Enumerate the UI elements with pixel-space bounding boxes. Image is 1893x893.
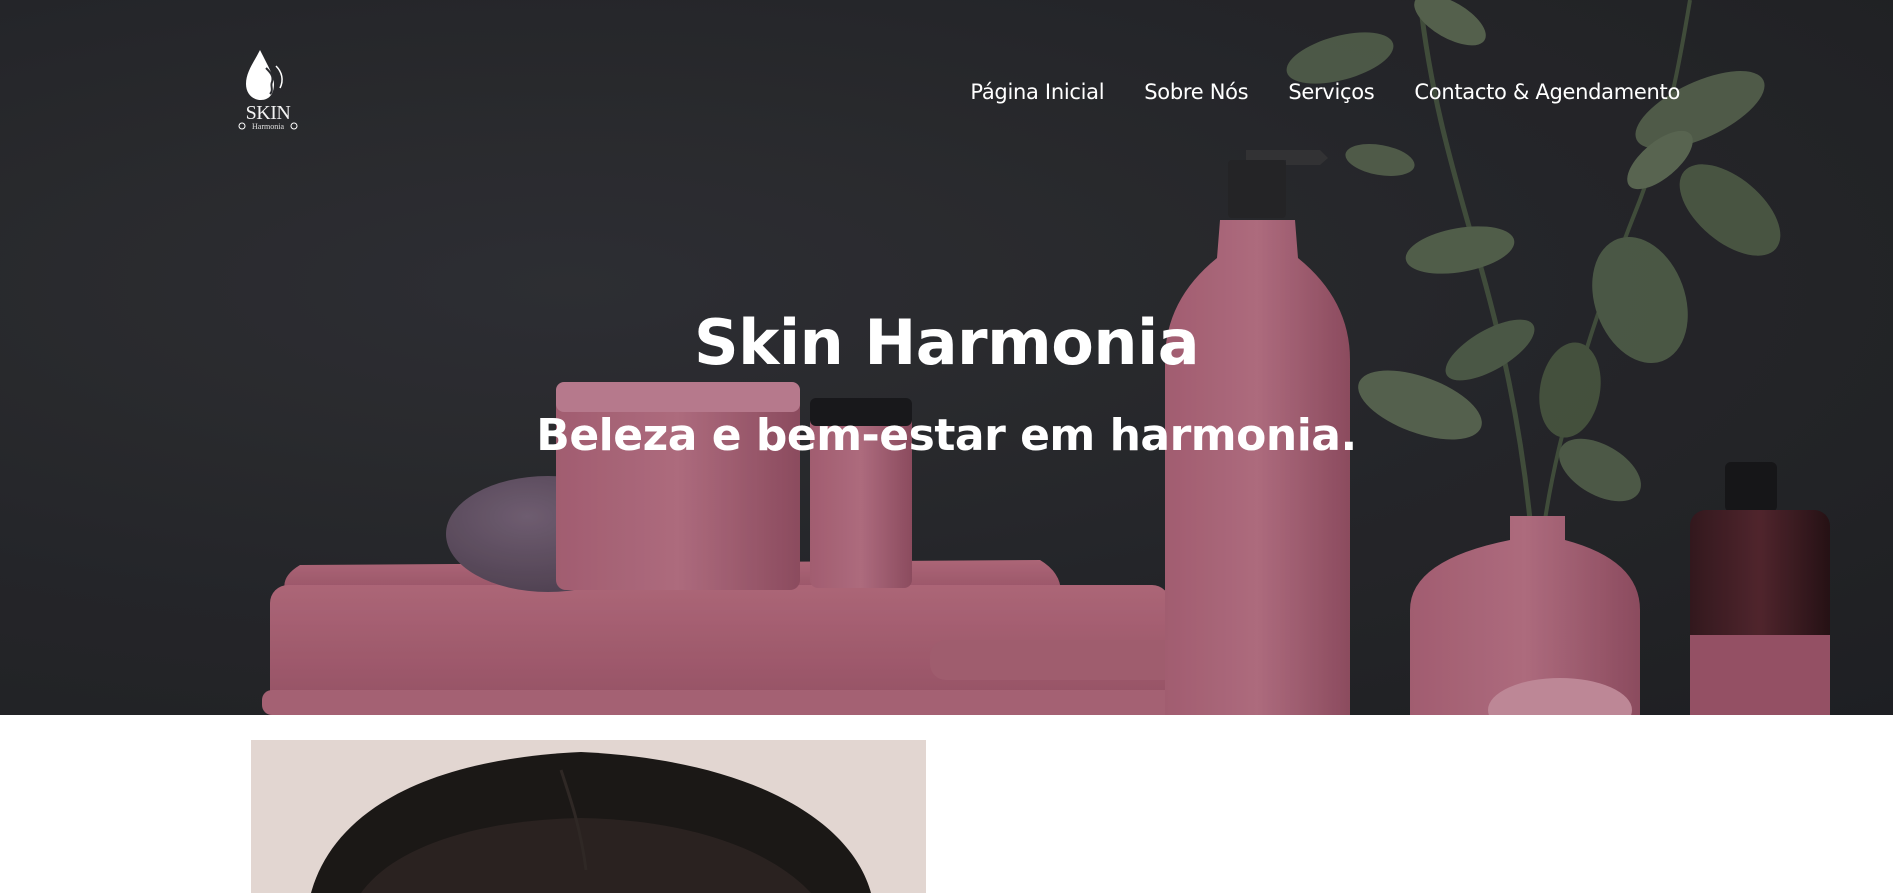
portrait-image (251, 740, 926, 893)
brand-logo[interactable]: SKIN Harmonia (236, 46, 300, 132)
nav-item-home[interactable]: Página Inicial (970, 80, 1104, 104)
main-navigation: Página Inicial Sobre Nós Serviços Contac… (970, 80, 1680, 104)
nav-item-about[interactable]: Sobre Nós (1144, 80, 1248, 104)
logo-subtitle: Harmonia (252, 122, 284, 131)
hero-section: SKIN Harmonia Página Inicial Sobre Nós S… (0, 0, 1893, 715)
hero-subtitle: Beleza e bem-estar em harmonia. (536, 410, 1357, 461)
nav-item-services[interactable]: Serviços (1288, 80, 1374, 104)
portrait-hair-illustration (311, 752, 871, 893)
nav-item-contact[interactable]: Contacto & Agendamento (1414, 80, 1680, 104)
hero-title: Skin Harmonia (693, 306, 1200, 379)
